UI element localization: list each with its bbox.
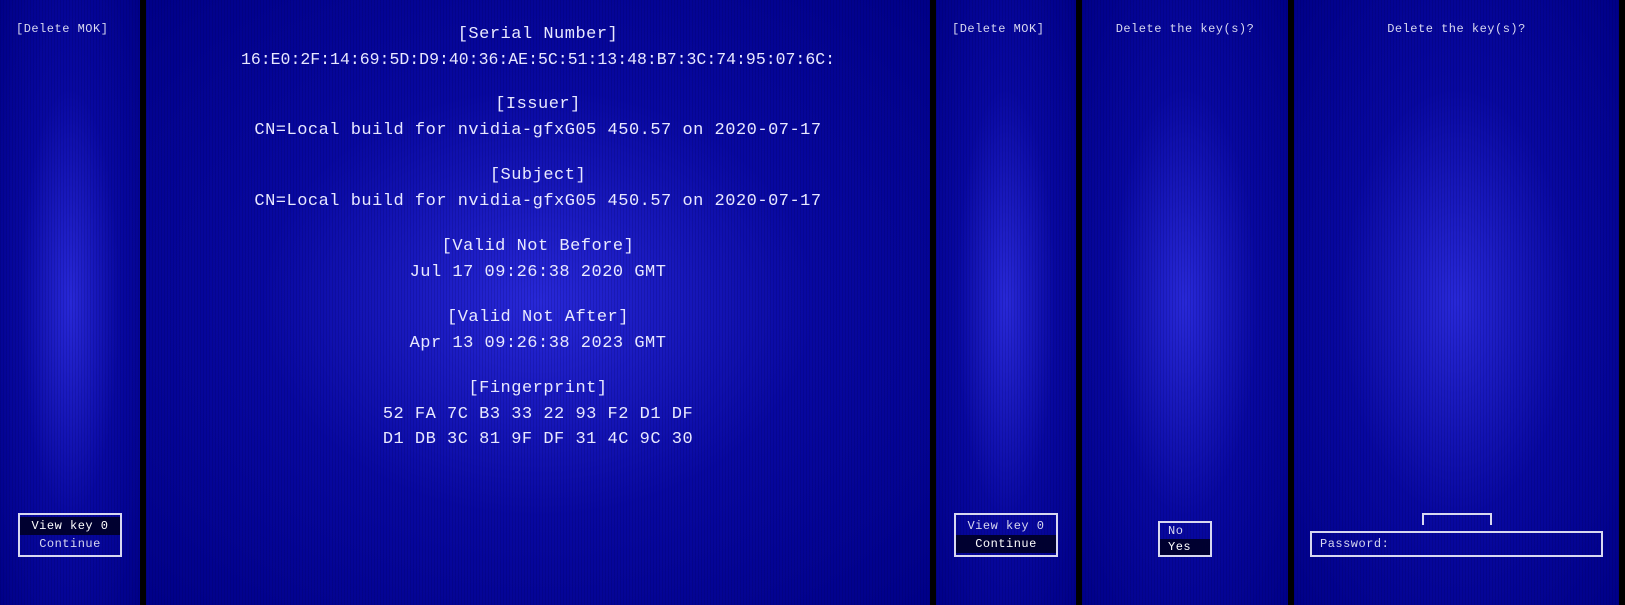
menu-item-no[interactable]: No xyxy=(1160,523,1210,539)
panel-title: Delete the key(s)? xyxy=(1082,22,1288,36)
password-box-tab xyxy=(1422,513,1492,525)
valid-not-before-label: [Valid Not Before] xyxy=(154,234,922,260)
menu-box: View key 0 Continue xyxy=(18,513,122,557)
menu-item-view-key-0[interactable]: View key 0 xyxy=(956,517,1056,535)
subject-value: CN=Local build for nvidia-gfxG05 450.57 … xyxy=(154,189,922,215)
fingerprint-line-2: D1 DB 3C 81 9F DF 31 4C 9C 30 xyxy=(154,427,922,453)
mok-panel-password-prompt: Delete the key(s)? Password: xyxy=(1294,0,1619,605)
fingerprint-label: [Fingerprint] xyxy=(154,376,922,402)
serial-number-label: [Serial Number] xyxy=(154,22,922,48)
menu-item-view-key-0[interactable]: View key 0 xyxy=(20,517,120,535)
valid-not-after-label: [Valid Not After] xyxy=(154,305,922,331)
menu-item-continue[interactable]: Continue xyxy=(956,535,1056,553)
mok-panel-confirm-delete: Delete the key(s)? No Yes xyxy=(1082,0,1288,605)
confirm-menu-box: No Yes xyxy=(1158,521,1212,557)
mok-panel-delete-menu-viewkey: [Delete MOK] View key 0 Continue xyxy=(0,0,140,605)
password-input-box[interactable]: Password: xyxy=(1310,531,1603,557)
menu-item-yes[interactable]: Yes xyxy=(1160,539,1210,555)
serial-number-value: 16:E0:2F:14:69:5D:D9:40:36:AE:5C:51:13:4… xyxy=(154,48,922,73)
issuer-value: CN=Local build for nvidia-gfxG05 450.57 … xyxy=(154,118,922,144)
fingerprint-line-1: 52 FA 7C B3 33 22 93 F2 D1 DF xyxy=(154,402,922,428)
certificate-detail: [Serial Number] 16:E0:2F:14:69:5D:D9:40:… xyxy=(146,0,930,475)
menu-box: View key 0 Continue xyxy=(954,513,1058,557)
menu-item-continue[interactable]: Continue xyxy=(20,535,120,553)
mok-panel-key-details: [Serial Number] 16:E0:2F:14:69:5D:D9:40:… xyxy=(146,0,930,605)
panel-title: [Delete MOK] xyxy=(16,22,108,36)
subject-label: [Subject] xyxy=(154,163,922,189)
panel-title: Delete the key(s)? xyxy=(1294,22,1619,36)
issuer-label: [Issuer] xyxy=(154,92,922,118)
panel-title: [Delete MOK] xyxy=(952,22,1044,36)
mok-panel-delete-menu-continue: [Delete MOK] View key 0 Continue xyxy=(936,0,1076,605)
valid-not-after-value: Apr 13 09:26:38 2023 GMT xyxy=(154,331,922,357)
password-label: Password: xyxy=(1320,537,1389,551)
valid-not-before-value: Jul 17 09:26:38 2020 GMT xyxy=(154,260,922,286)
